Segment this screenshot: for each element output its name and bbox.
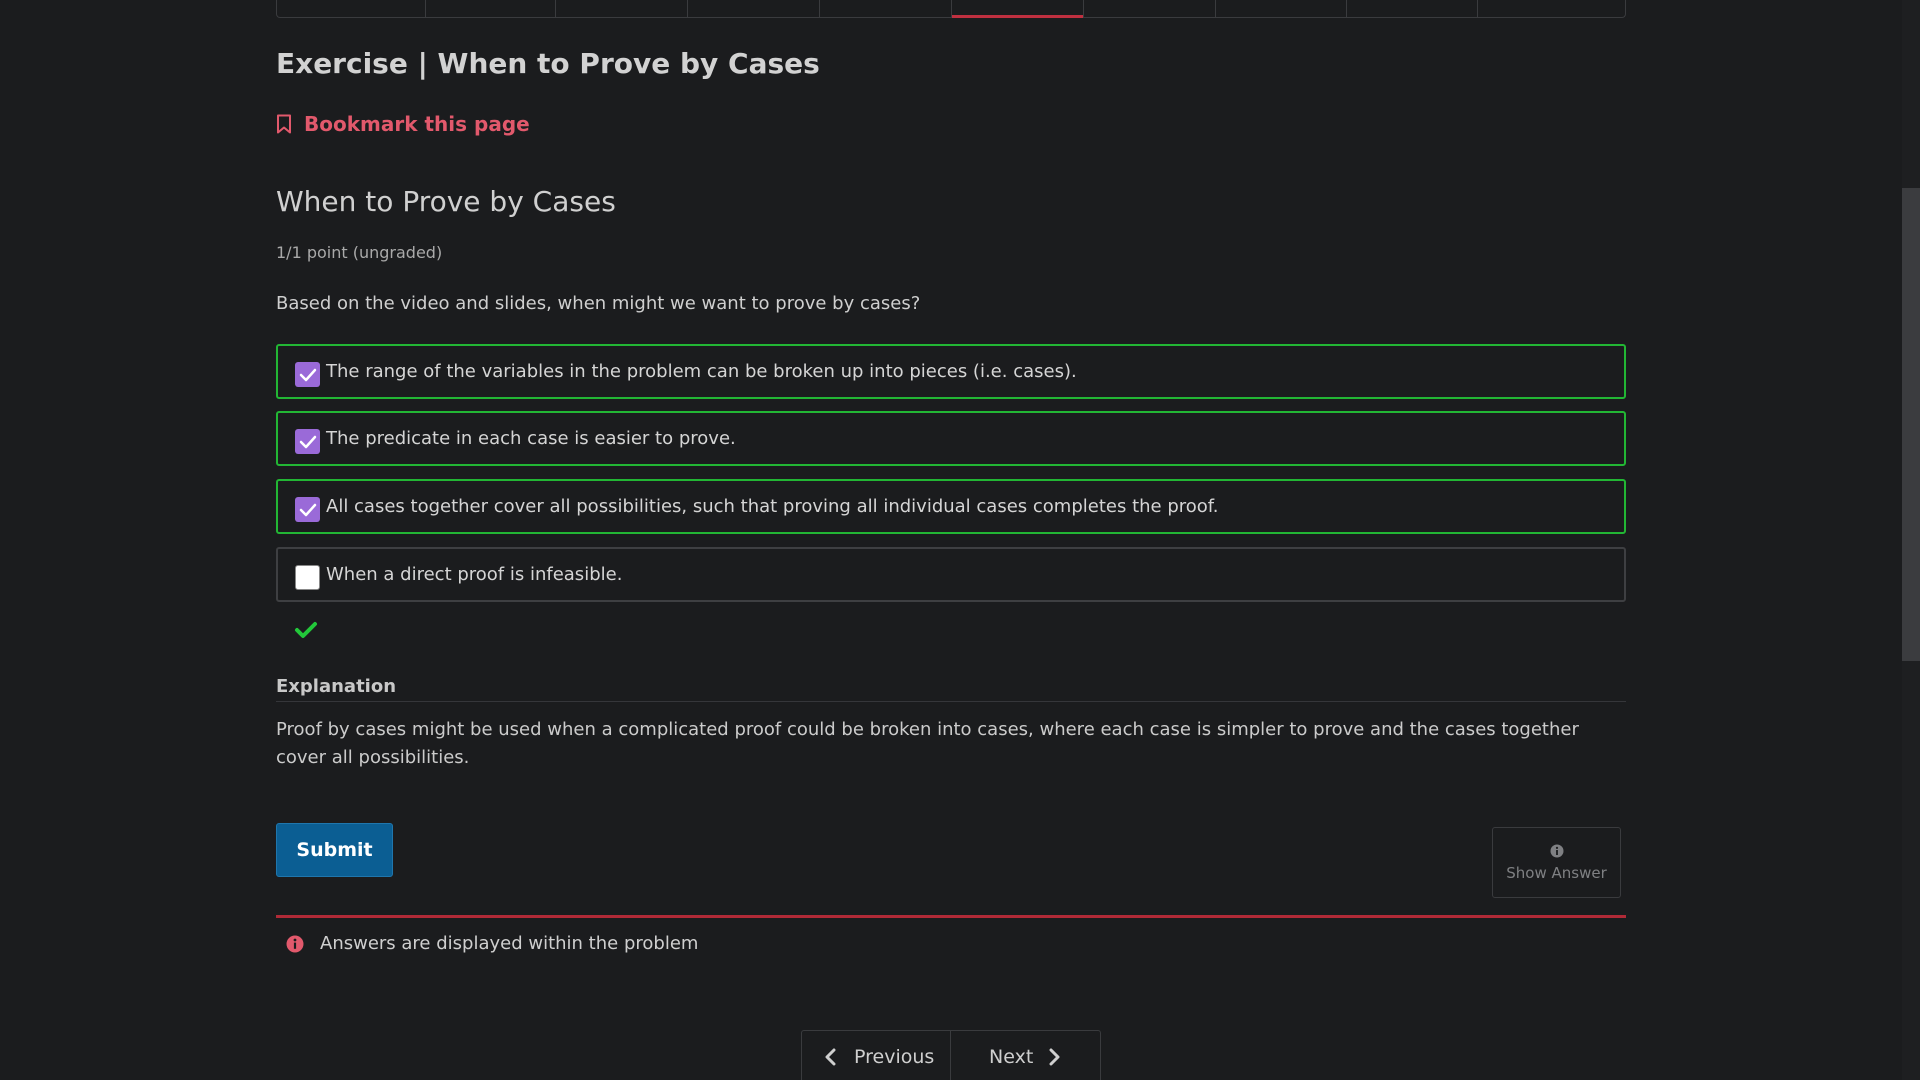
sequence-tab[interactable] <box>277 0 426 17</box>
checkmark-icon <box>299 435 316 448</box>
divider <box>276 701 1626 702</box>
bookmark-label: Bookmark this page <box>304 112 530 136</box>
sequence-tab-active[interactable] <box>952 0 1084 18</box>
chevron-left-icon <box>825 1048 836 1066</box>
sequence-tab[interactable] <box>688 0 820 17</box>
points-label: 1/1 point (ungraded) <box>276 243 443 262</box>
choice-label: When a direct proof is infeasible. <box>326 564 623 585</box>
choice-option-2[interactable]: The predicate in each case is easier to … <box>276 411 1626 466</box>
checkbox-checked[interactable] <box>295 497 320 522</box>
sequence-tab[interactable] <box>426 0 556 17</box>
sequence-tab[interactable] <box>1216 0 1347 17</box>
previous-button[interactable]: Previous <box>801 1030 951 1080</box>
choice-label: The predicate in each case is easier to … <box>326 428 736 449</box>
check-icon <box>295 622 317 638</box>
choice-option-3[interactable]: All cases together cover all possibiliti… <box>276 479 1626 534</box>
sequence-nav <box>276 0 1626 18</box>
sequence-tab[interactable] <box>1478 0 1607 17</box>
correct-status-icon <box>294 620 318 644</box>
sequence-tab[interactable] <box>556 0 688 17</box>
scrollbar-track[interactable] <box>1902 0 1920 1080</box>
next-label: Next <box>989 1046 1034 1068</box>
notice-message: Answers are displayed within the problem <box>286 933 698 954</box>
problem-title: When to Prove by Cases <box>276 185 616 218</box>
explanation-title: Explanation <box>276 676 397 697</box>
choice-option-1[interactable]: The range of the variables in the proble… <box>276 344 1626 399</box>
choice-option-4[interactable]: When a direct proof is infeasible. <box>276 547 1626 602</box>
checkbox-checked[interactable] <box>295 429 320 454</box>
sequence-tab[interactable] <box>1347 0 1478 17</box>
info-icon <box>286 935 304 952</box>
page: Exercise | When to Prove by Cases Bookma… <box>0 0 1920 1080</box>
show-answer-label: Show Answer <box>1506 863 1607 882</box>
show-answer-button[interactable]: Show Answer <box>1492 827 1621 898</box>
choice-label: The range of the variables in the proble… <box>326 361 1077 382</box>
sequence-tab[interactable] <box>820 0 952 17</box>
checkbox-unchecked[interactable] <box>295 565 320 590</box>
next-button[interactable]: Next <box>951 1030 1101 1080</box>
question-text: Based on the video and slides, when migh… <box>276 293 921 314</box>
bookmark-icon <box>277 114 291 134</box>
submit-button[interactable]: Submit <box>276 823 393 877</box>
previous-label: Previous <box>854 1046 935 1068</box>
scrollbar-thumb[interactable] <box>1902 188 1920 661</box>
notice-divider <box>276 915 1626 918</box>
sequence-tab[interactable] <box>1084 0 1216 17</box>
info-icon <box>1550 844 1563 857</box>
unit-title: Exercise | When to Prove by Cases <box>276 47 820 80</box>
notice-text: Answers are displayed within the problem <box>320 933 699 954</box>
pagination: Previous Next <box>801 1030 1101 1080</box>
checkbox-checked[interactable] <box>295 362 320 387</box>
bookmark-button[interactable]: Bookmark this page <box>276 112 530 136</box>
chevron-right-icon <box>1049 1048 1060 1066</box>
checkmark-icon <box>299 368 316 381</box>
checkmark-icon <box>299 503 316 516</box>
explanation-text: Proof by cases might be used when a comp… <box>276 719 1579 768</box>
choice-label: All cases together cover all possibiliti… <box>326 496 1219 517</box>
